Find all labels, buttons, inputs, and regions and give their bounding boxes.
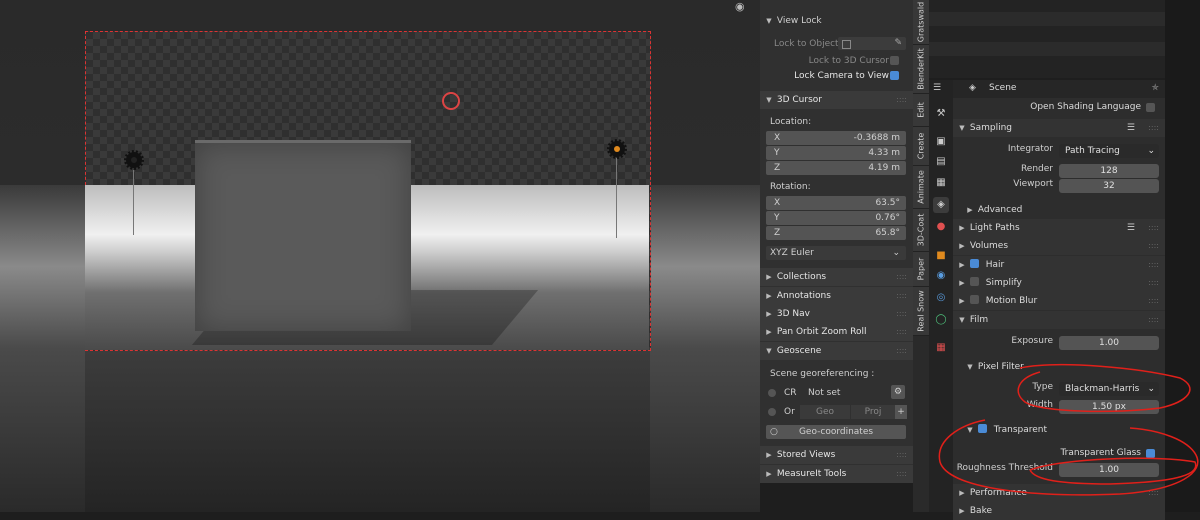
red-annotation-marks	[938, 364, 1199, 496]
annotation-circle-pixel-filter	[1017, 364, 1191, 413]
annotation-circle-roughness	[1029, 457, 1197, 485]
annotation-circle-transparent	[938, 419, 1199, 496]
